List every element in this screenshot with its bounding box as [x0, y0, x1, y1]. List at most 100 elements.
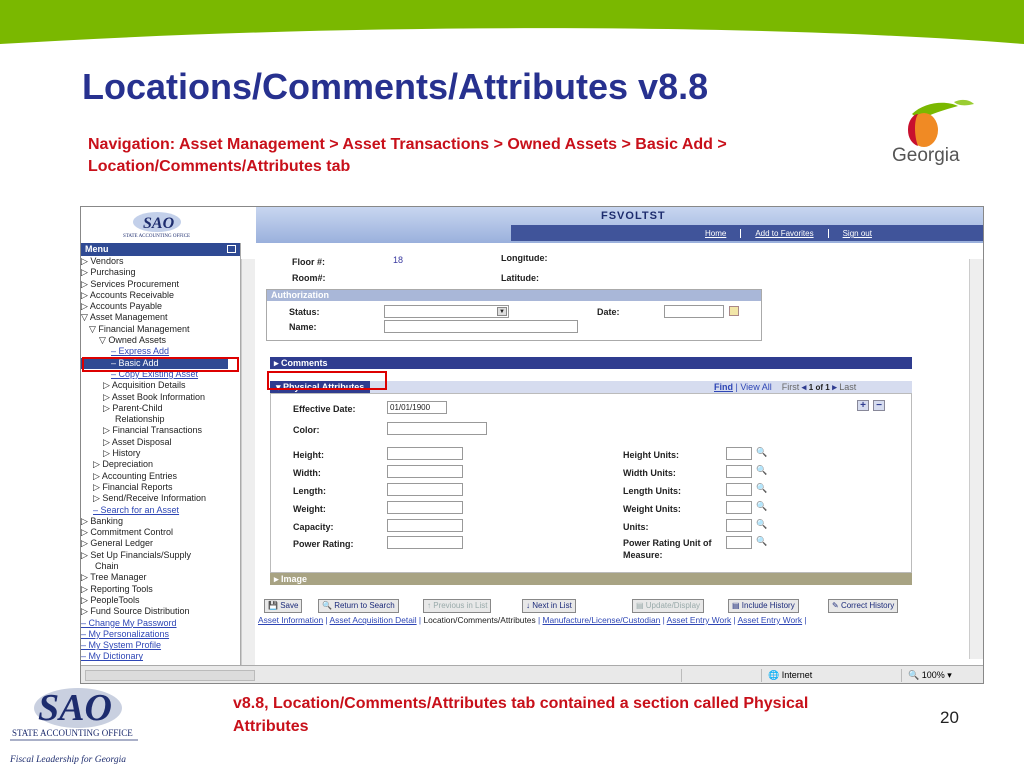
- units-input[interactable]: [726, 519, 752, 532]
- menu-item-send-receive-information[interactable]: ▷ Send/Receive Information: [81, 493, 228, 504]
- lookup-icon[interactable]: 🔍: [756, 483, 767, 493]
- menu-item-financial-transactions[interactable]: ▷ Financial Transactions: [81, 425, 228, 436]
- menu-item-banking[interactable]: ▷ Banking: [81, 516, 228, 527]
- menu-item-asset-book-information[interactable]: ▷ Asset Book Information: [81, 392, 228, 403]
- last-link[interactable]: Last: [839, 382, 856, 392]
- length-units-input[interactable]: [726, 483, 752, 496]
- menu-item-relationship[interactable]: Relationship: [81, 414, 228, 425]
- find-link[interactable]: Find: [714, 382, 733, 392]
- save-button[interactable]: 💾 Save: [264, 599, 303, 613]
- status-select[interactable]: ▼: [384, 305, 509, 318]
- capacity-input[interactable]: [387, 519, 463, 532]
- length-label: Length:: [293, 486, 326, 496]
- physical-attributes-box: Effective Date: 01/01/1900 Color: + − He…: [270, 393, 912, 573]
- first-link[interactable]: First: [782, 382, 800, 392]
- menu-item-financial-management[interactable]: ▽ Financial Management: [81, 324, 228, 335]
- tab-asset-information[interactable]: Asset Information: [258, 615, 323, 625]
- height-units-label: Height Units:: [623, 450, 679, 460]
- lookup-icon[interactable]: 🔍: [756, 536, 767, 546]
- sao-logo: SAO STATE ACCOUNTING OFFICE Fiscal Leade…: [9, 687, 138, 765]
- menu-item-accounting-entries[interactable]: ▷ Accounting Entries: [81, 471, 228, 482]
- power-rating-input[interactable]: [387, 536, 463, 549]
- weight-input[interactable]: [387, 501, 463, 514]
- menu-item-fund-source-distribution[interactable]: ▷ Fund Source Distribution: [81, 606, 228, 617]
- menu-item-general-ledger[interactable]: ▷ General Ledger: [81, 538, 228, 549]
- menu-item-purchasing[interactable]: ▷ Purchasing: [81, 267, 228, 278]
- delete-row-icon[interactable]: −: [873, 400, 885, 411]
- correct-history-button[interactable]: ✎ Correct History: [828, 599, 899, 613]
- menu-item-my-personalizations[interactable]: – My Personalizations: [81, 629, 228, 640]
- add-row-icon[interactable]: +: [857, 400, 869, 411]
- menu-item-history[interactable]: ▷ History: [81, 448, 228, 459]
- menu-scrollbar[interactable]: [241, 259, 255, 665]
- menu-item-change-my-password[interactable]: – Change My Password: [81, 618, 228, 629]
- menu-item-accounts-payable[interactable]: ▷ Accounts Payable: [81, 301, 228, 312]
- comments-section[interactable]: ▸ Comments: [270, 357, 912, 369]
- return-to-search-button[interactable]: 🔍 Return to Search: [318, 599, 399, 613]
- menu-item-owned-assets[interactable]: ▽ Owned Assets: [81, 335, 228, 346]
- menu-item-commitment-control[interactable]: ▷ Commitment Control: [81, 527, 228, 538]
- next-arrow-icon[interactable]: ▸: [832, 382, 837, 392]
- menu-item-my-dictionary[interactable]: – My Dictionary: [81, 651, 228, 662]
- tab-manufacture[interactable]: Manufacture/License/Custodian: [542, 615, 660, 625]
- menu-item-set-up-financials[interactable]: ▷ Set Up Financials/Supply: [81, 550, 228, 561]
- minimize-icon[interactable]: [227, 245, 236, 253]
- effective-date-input[interactable]: 01/01/1900: [387, 401, 447, 414]
- height-units-input[interactable]: [726, 447, 752, 460]
- width-units-input[interactable]: [726, 465, 752, 478]
- lookup-icon[interactable]: 🔍: [756, 501, 767, 511]
- effective-date-label: Effective Date:: [293, 404, 356, 414]
- menu-item-parent-child[interactable]: ▷ Parent-Child: [81, 403, 228, 414]
- content-scrollbar[interactable]: [969, 259, 983, 659]
- security-zone: 🌐 Internet: [761, 669, 901, 682]
- power-rating-unit-input[interactable]: [726, 536, 752, 549]
- zoom-level[interactable]: 🔍 100% ▾: [901, 669, 983, 682]
- menu-item-my-system-profile[interactable]: – My System Profile: [81, 640, 228, 651]
- width-units-label: Width Units:: [623, 468, 676, 478]
- menu-item-tree-manager[interactable]: ▷ Tree Manager: [81, 572, 228, 583]
- capacity-label: Capacity:: [293, 522, 334, 532]
- height-input[interactable]: [387, 447, 463, 460]
- width-input[interactable]: [387, 465, 463, 478]
- menu-item-search-for-an-asset[interactable]: – Search for an Asset: [81, 505, 228, 516]
- menu-item-express-add[interactable]: – Express Add: [81, 346, 228, 357]
- length-input[interactable]: [387, 483, 463, 496]
- menu-item-financial-reports[interactable]: ▷ Financial Reports: [81, 482, 228, 493]
- menu-item-asset-management[interactable]: ▽ Asset Management: [81, 312, 228, 323]
- menu-item-chain[interactable]: Chain: [81, 561, 228, 572]
- add-to-favorites-link[interactable]: Add to Favorites: [741, 229, 829, 238]
- include-history-button[interactable]: ▤ Include History: [728, 599, 799, 613]
- tab-asset-entry-work-2[interactable]: Asset Entry Work: [738, 615, 803, 625]
- image-section[interactable]: ▸ Image: [270, 573, 912, 585]
- menu-sidebar: Menu ▷ Vendors ▷ Purchasing ▷ Services P…: [81, 243, 241, 665]
- menu-item-services-procurement[interactable]: ▷ Services Procurement: [81, 279, 228, 290]
- lookup-icon[interactable]: 🔍: [756, 519, 767, 529]
- width-label: Width:: [293, 468, 321, 478]
- calendar-icon[interactable]: [729, 306, 739, 316]
- next-in-list-button[interactable]: ↓ Next in List: [522, 599, 576, 613]
- date-input[interactable]: [664, 305, 724, 318]
- view-all-link[interactable]: View All: [740, 382, 771, 392]
- tab-asset-entry-work[interactable]: Asset Entry Work: [667, 615, 732, 625]
- lookup-icon[interactable]: 🔍: [756, 465, 767, 475]
- menu-item-accounts-receivable[interactable]: ▷ Accounts Receivable: [81, 290, 228, 301]
- tab-asset-acquisition-detail[interactable]: Asset Acquisition Detail: [330, 615, 417, 625]
- menu-item-reporting-tools[interactable]: ▷ Reporting Tools: [81, 584, 228, 595]
- tab-location-comments-attributes[interactable]: Location/Comments/Attributes: [423, 615, 535, 625]
- weight-units-input[interactable]: [726, 501, 752, 514]
- name-input[interactable]: [384, 320, 578, 333]
- sign-out-link[interactable]: Sign out: [829, 229, 886, 238]
- first-arrow-icon[interactable]: ◂: [802, 382, 807, 392]
- menu-item-depreciation[interactable]: ▷ Depreciation: [81, 459, 228, 470]
- horizontal-scrollbar[interactable]: [85, 670, 255, 681]
- update-display-button[interactable]: ▤ Update/Display: [632, 599, 705, 613]
- previous-in-list-button[interactable]: ↑ Previous in List: [423, 599, 492, 613]
- home-link[interactable]: Home: [691, 229, 742, 238]
- menu-item-acquisition-details[interactable]: ▷ Acquisition Details: [81, 380, 228, 391]
- menu-item-asset-disposal[interactable]: ▷ Asset Disposal: [81, 437, 228, 448]
- color-input[interactable]: [387, 422, 487, 435]
- menu-item-peopletools[interactable]: ▷ PeopleTools: [81, 595, 228, 606]
- menu-item-vendors[interactable]: ▷ Vendors: [81, 256, 228, 267]
- svg-text:SAO: SAO: [143, 215, 175, 232]
- lookup-icon[interactable]: 🔍: [756, 447, 767, 457]
